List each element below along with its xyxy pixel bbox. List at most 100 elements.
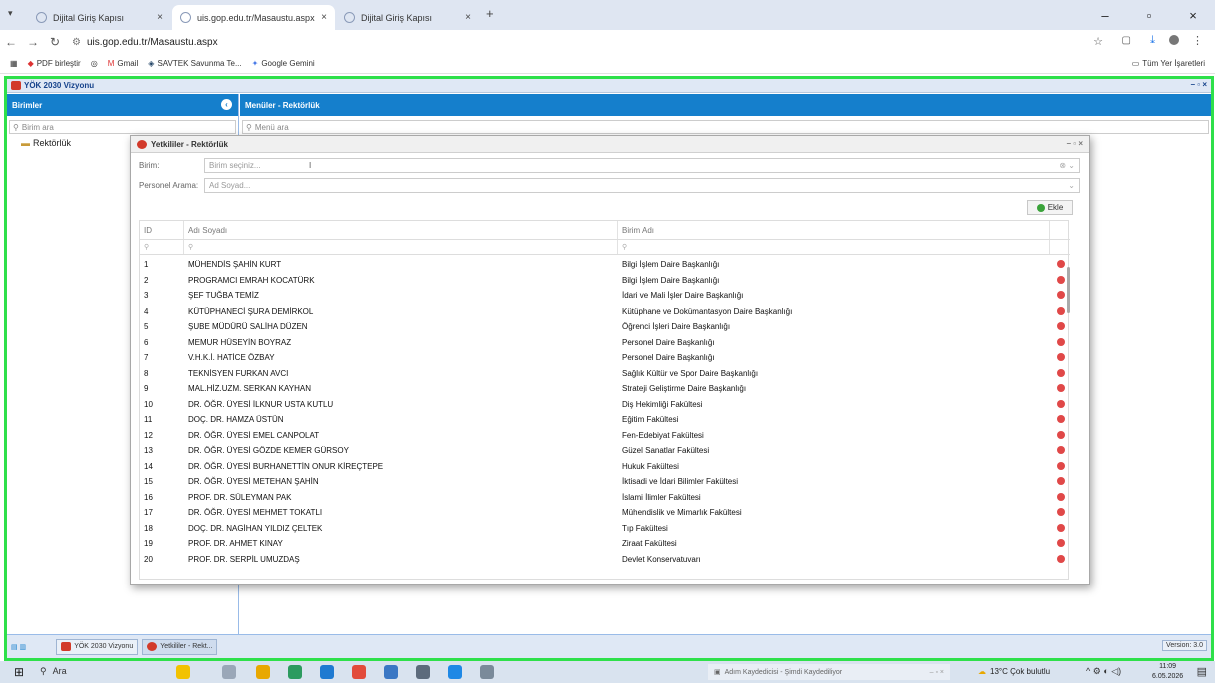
- unit-search-input[interactable]: ⚲ Birim ara: [9, 120, 236, 134]
- taskbar-item-yetkililer[interactable]: Yetkililer - Rekt...: [142, 638, 218, 655]
- delete-icon[interactable]: [1057, 554, 1065, 563]
- table-row[interactable]: 10 DR. ÖĞR. ÜYESİ İLKNUR USTA KUTLU Diş He…: [140, 397, 1052, 412]
- clear-icon[interactable]: ⊗ ⌄: [1059, 161, 1075, 170]
- window-buttons[interactable]: – ▫ ×: [1191, 80, 1207, 89]
- tab-list-icon[interactable]: ▾: [8, 8, 13, 19]
- forward-icon[interactable]: →: [22, 35, 44, 49]
- download-icon[interactable]: ⤓: [1150, 34, 1155, 47]
- store-icon[interactable]: [320, 665, 334, 679]
- delete-icon[interactable]: [1057, 492, 1065, 501]
- new-tab-button[interactable]: +: [486, 6, 494, 21]
- delete-icon[interactable]: [1057, 306, 1065, 315]
- close-icon[interactable]: ×: [465, 12, 471, 23]
- taskbar-search[interactable]: ⚲ Ara: [40, 666, 67, 677]
- filter-id-input[interactable]: ⚲: [140, 240, 184, 254]
- tab-1[interactable]: Dijital Giriş Kapısı ×: [28, 5, 171, 30]
- col-header-id[interactable]: ID: [140, 221, 184, 239]
- delete-icon[interactable]: [1057, 415, 1065, 423]
- delete-icon[interactable]: [1057, 461, 1065, 470]
- delete-icon[interactable]: [1057, 291, 1065, 299]
- table-row[interactable]: 3 ŞEF TUĞBA TEMİZ İdari ve Mali İşler Dair…: [140, 288, 1052, 303]
- personnel-search-input[interactable]: Ad Soyad... ⌄: [204, 178, 1080, 193]
- table-row[interactable]: 5 ŞUBE MÜDÜRÜ SALİHA DÜZEN Öğrenci İşleri …: [140, 319, 1052, 334]
- table-row[interactable]: 11 DOÇ. DR. HAMZA ÜSTÜN Eğitim Fakültesi: [140, 412, 1052, 427]
- clock[interactable]: 11:09 6.05.2026: [1152, 662, 1183, 682]
- delete-icon[interactable]: [1057, 508, 1065, 516]
- chevron-down-icon[interactable]: ⌄: [1068, 181, 1075, 190]
- delete-icon[interactable]: [1057, 275, 1065, 284]
- delete-icon[interactable]: [1057, 337, 1065, 346]
- delete-icon[interactable]: [1057, 368, 1065, 377]
- table-row[interactable]: 1 MÜHENDİS ŞAHİN KURT Bilgi İşlem Daire Ba…: [140, 257, 1052, 272]
- table-row[interactable]: 12 DR. ÖĞR. ÜYESİ EMEL CANPOLAT Fen-Edebiy…: [140, 428, 1052, 443]
- menu-icon[interactable]: ⋮: [1192, 34, 1203, 47]
- table-row[interactable]: 7 V.H.K.İ. HATİCE ÖZBAY Personel Daire Baş…: [140, 350, 1052, 365]
- delete-icon[interactable]: [1057, 399, 1065, 408]
- start-icon[interactable]: ⊞: [14, 665, 24, 679]
- site-info-icon[interactable]: ⚙: [72, 37, 81, 48]
- bookmark-gemini[interactable]: ✦ Google Gemini: [252, 59, 315, 68]
- table-row[interactable]: 17 DR. ÖĞR. ÜYESİ MEHMET TOKATLI Mühendisl…: [140, 505, 1052, 520]
- delete-icon[interactable]: [1057, 322, 1065, 330]
- widgets-icon[interactable]: [176, 665, 190, 679]
- delete-icon[interactable]: [1057, 353, 1065, 361]
- table-row[interactable]: 15 DR. ÖĞR. ÜYESİ METEHAN ŞAHİN İktisadi v…: [140, 474, 1052, 489]
- taskbar-item-vizyon[interactable]: YÖK 2030 Vizyonu: [56, 638, 139, 655]
- weather-widget[interactable]: ☁ 13°C Çok bulutlu: [978, 667, 1050, 676]
- notification-icon[interactable]: ▤: [1197, 665, 1207, 678]
- bookmark-blank[interactable]: ◎: [91, 59, 98, 68]
- filter-name-input[interactable]: ⚲: [184, 240, 618, 254]
- app-icon-2[interactable]: [448, 665, 462, 679]
- menu-search-input[interactable]: ⚲ Menü ara: [242, 120, 1209, 134]
- delete-icon[interactable]: [1057, 539, 1065, 547]
- table-row[interactable]: 20 PROF. DR. SERPİL UMUZDAŞ Devlet Konserv…: [140, 552, 1052, 567]
- scrollbar-thumb[interactable]: [1067, 267, 1070, 313]
- delete-icon[interactable]: [1057, 260, 1065, 268]
- tray-icons[interactable]: ^ ⚙ ◐ ◁): [1086, 666, 1121, 677]
- bookmark-pdf[interactable]: ◆ PDF birleştir: [28, 59, 81, 68]
- col-header-name[interactable]: Adı Soyadı: [184, 221, 618, 239]
- tab-3[interactable]: Dijital Giriş Kapısı ×: [336, 5, 479, 30]
- delete-icon[interactable]: [1057, 477, 1065, 485]
- delete-icon[interactable]: [1057, 523, 1065, 532]
- reload-icon[interactable]: ↻: [44, 35, 66, 49]
- taskbar-recorder-window[interactable]: ▣ Adım Kaydedicisi - Şimdi Kaydediliyor …: [708, 664, 950, 680]
- app-icon-3[interactable]: [480, 665, 494, 679]
- table-row[interactable]: 4 KÜTÜPHANECİ ŞURA DEMİRKOL Kütüphane ve D…: [140, 304, 1052, 319]
- collapse-icon[interactable]: ‹: [221, 99, 232, 110]
- maximize-icon[interactable]: ▫: [1127, 8, 1171, 23]
- table-row[interactable]: 6 MEMUR HÜSEYİN BOYRAZ Personel Daire Başk…: [140, 335, 1052, 350]
- filter-unit-input[interactable]: ⚲: [618, 240, 1050, 254]
- table-row[interactable]: 13 DR. ÖĞR. ÜYESİ GÖZDE KEMER GÜRSOY Güzel…: [140, 443, 1052, 458]
- table-row[interactable]: 14 DR. ÖĞR. ÜYESİ BURHANETTİN ONUR KİREÇT…: [140, 459, 1052, 474]
- delete-icon[interactable]: [1057, 446, 1065, 454]
- bookmark-savtek[interactable]: ◈ SAVTEK Savunma Te...: [148, 59, 241, 68]
- close-window-icon[interactable]: ×: [1171, 8, 1215, 23]
- file-explorer-icon[interactable]: [256, 665, 270, 679]
- bookmark-gmail[interactable]: M Gmail: [108, 59, 139, 68]
- tab-2[interactable]: uis.gop.edu.tr/Masaustu.aspx ×: [172, 5, 335, 30]
- url-field[interactable]: ⚙ uis.gop.edu.tr/Masaustu.aspx: [72, 33, 218, 51]
- table-row[interactable]: 2 PROGRAMCI EMRAH KOCATÜRK Bilgi İşlem Dai…: [140, 273, 1052, 288]
- extensions-icon[interactable]: ▢: [1122, 35, 1131, 46]
- delete-icon[interactable]: [1057, 430, 1065, 439]
- task-view-icon[interactable]: [222, 665, 236, 679]
- table-row[interactable]: 18 DOÇ. DR. NAGİHAN YILDIZ ÇELTEK Tıp Fakü…: [140, 521, 1052, 536]
- mail-icon[interactable]: [384, 665, 398, 679]
- dialog-window-buttons[interactable]: – ▫ ×: [1067, 139, 1083, 148]
- delete-icon[interactable]: [1057, 384, 1065, 392]
- avatar[interactable]: [1169, 35, 1179, 45]
- table-row[interactable]: 9 MAL.HİZ.UZM. SERKAN KAYHAN Strateji Geli…: [140, 381, 1052, 396]
- col-header-unit[interactable]: Birim Adı: [618, 221, 1050, 239]
- chrome-icon[interactable]: [352, 665, 366, 679]
- close-icon[interactable]: ×: [321, 12, 327, 23]
- table-row[interactable]: 16 PROF. DR. SÜLEYMAN PAK İslami İlimler F…: [140, 490, 1052, 505]
- apps-icon[interactable]: ▦: [10, 59, 18, 68]
- unit-select[interactable]: Birim seçiniz... I ⊗ ⌄: [204, 158, 1080, 173]
- add-button[interactable]: Ekle: [1027, 200, 1073, 215]
- table-row[interactable]: 8 TEKNİSYEN FURKAN AVCI Sağlık Kültür ve S…: [140, 366, 1052, 381]
- star-icon[interactable]: ☆: [1093, 35, 1103, 48]
- close-icon[interactable]: ×: [157, 12, 163, 23]
- app-icon[interactable]: [416, 665, 430, 679]
- grid-scrollbar[interactable]: [1067, 257, 1070, 577]
